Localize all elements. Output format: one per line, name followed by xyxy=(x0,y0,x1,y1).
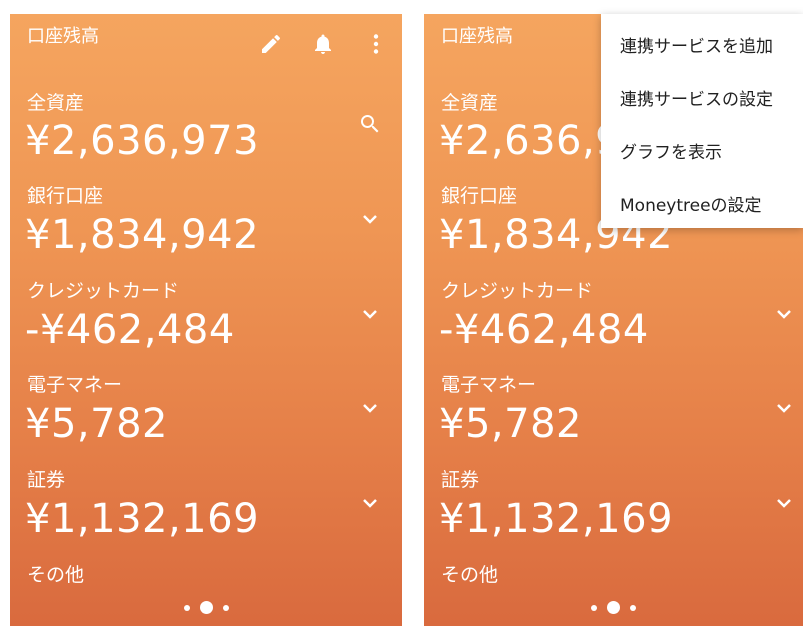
category-label-bank: 銀行口座 xyxy=(27,185,104,207)
search-icon[interactable] xyxy=(358,112,382,136)
category-label-credit-card: クレジットカード xyxy=(441,280,594,302)
page-indicator xyxy=(10,601,402,614)
chevron-down-icon[interactable] xyxy=(772,491,796,515)
menu-item-add-service[interactable]: 連携サービスを追加 xyxy=(620,32,773,57)
chevron-down-icon[interactable] xyxy=(772,302,796,326)
page-dot xyxy=(630,604,636,611)
balance-screen-left: 口座残高 全資産 ¥2,636,973 銀行口座 ¥1,834,942 クレジッ… xyxy=(10,14,402,626)
screen-title: 口座残高 xyxy=(27,26,99,47)
category-label-all-assets: 全資産 xyxy=(27,92,85,114)
chevron-down-icon[interactable] xyxy=(358,302,382,326)
category-label-credit-card: クレジットカード xyxy=(27,280,180,302)
chevron-down-icon[interactable] xyxy=(358,491,382,515)
category-label-all-assets: 全資産 xyxy=(441,92,499,114)
chevron-down-icon[interactable] xyxy=(358,207,382,231)
category-label-other: その他 xyxy=(441,564,499,586)
page-dot xyxy=(591,604,597,611)
menu-item-service-settings[interactable]: 連携サービスの設定 xyxy=(620,85,773,110)
category-label-e-money: 電子マネー xyxy=(441,374,537,396)
menu-item-show-graph[interactable]: グラフを表示 xyxy=(620,138,722,163)
category-label-e-money: 電子マネー xyxy=(27,374,123,396)
overflow-menu: 連携サービスを追加 連携サービスの設定 グラフを表示 Moneytreeの設定 xyxy=(601,14,803,228)
category-label-securities: 証券 xyxy=(441,469,480,491)
menu-item-moneytree-settings[interactable]: Moneytreeの設定 xyxy=(620,191,762,216)
edit-icon[interactable] xyxy=(259,32,283,56)
category-label-securities: 証券 xyxy=(27,469,66,491)
amount-bank: ¥1,834,942 xyxy=(25,212,260,258)
category-label-bank: 銀行口座 xyxy=(441,185,518,207)
chevron-down-icon[interactable] xyxy=(772,396,796,420)
amount-credit-card: -¥462,484 xyxy=(439,307,649,353)
amount-e-money: ¥5,782 xyxy=(25,401,168,447)
screen-title: 口座残高 xyxy=(441,26,513,47)
amount-securities: ¥1,132,169 xyxy=(439,496,674,542)
amount-securities: ¥1,132,169 xyxy=(25,496,260,542)
page-dot-active xyxy=(607,601,620,614)
amount-credit-card: -¥462,484 xyxy=(25,307,235,353)
page-dot-active xyxy=(199,601,213,614)
amount-all-assets: ¥2,636,973 xyxy=(25,118,260,164)
chevron-down-icon[interactable] xyxy=(358,396,382,420)
category-label-other: その他 xyxy=(27,564,85,586)
more-vert-icon[interactable] xyxy=(364,32,388,56)
bell-icon[interactable] xyxy=(311,32,335,56)
page-dot xyxy=(222,604,229,611)
page-indicator xyxy=(424,601,803,614)
page-dot xyxy=(183,604,190,611)
amount-e-money: ¥5,782 xyxy=(439,401,582,447)
